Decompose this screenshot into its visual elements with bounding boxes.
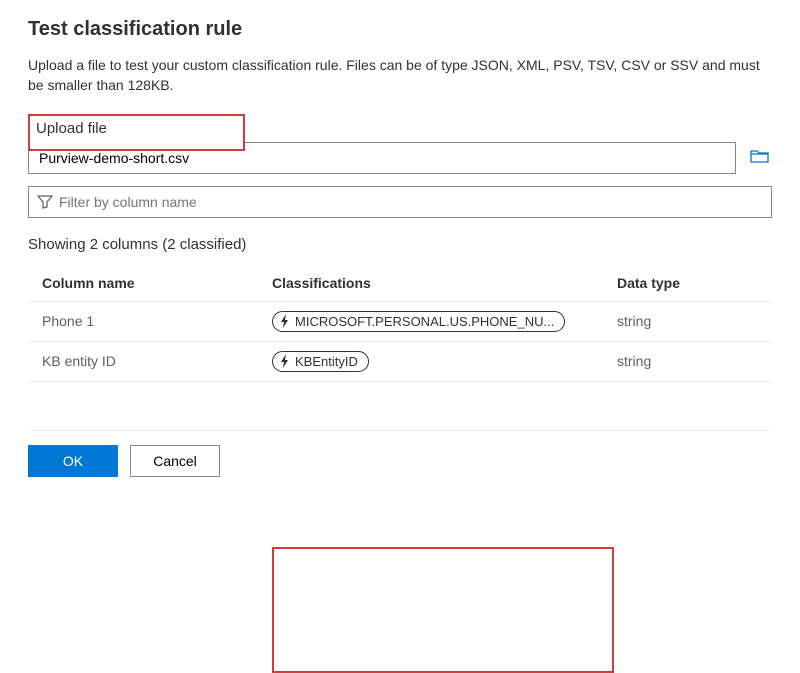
col-header-datatype: Data type bbox=[603, 265, 772, 302]
cell-column-name: KB entity ID bbox=[28, 341, 258, 381]
columns-table: Column name Classifications Data type Ph… bbox=[28, 265, 772, 382]
lightning-icon bbox=[279, 354, 291, 368]
cell-classification: MICROSOFT.PERSONAL.US.PHONE_NU... bbox=[258, 301, 603, 341]
cell-datatype: string bbox=[603, 341, 772, 381]
cell-column-name: Phone 1 bbox=[28, 301, 258, 341]
classification-pill[interactable]: MICROSOFT.PERSONAL.US.PHONE_NU... bbox=[272, 311, 565, 332]
upload-file-label: Upload file bbox=[36, 120, 237, 137]
filter-input-wrap[interactable] bbox=[28, 186, 772, 218]
ok-button[interactable]: OK bbox=[28, 445, 118, 477]
col-header-name: Column name bbox=[28, 265, 258, 302]
table-row: KB entity ID KBEntityID string bbox=[28, 341, 772, 381]
filter-column-input[interactable] bbox=[53, 194, 763, 210]
classification-text: KBEntityID bbox=[295, 354, 358, 369]
highlight-annotation bbox=[272, 547, 614, 673]
cell-datatype: string bbox=[603, 301, 772, 341]
page-description: Upload a file to test your custom classi… bbox=[28, 55, 772, 96]
browse-file-button[interactable] bbox=[748, 146, 772, 169]
table-row: Phone 1 MICROSOFT.PERSONAL.US.PHONE_NU..… bbox=[28, 301, 772, 341]
folder-open-icon bbox=[750, 148, 770, 164]
cancel-button[interactable]: Cancel bbox=[130, 445, 220, 477]
dialog-footer: OK Cancel bbox=[28, 430, 772, 477]
results-summary: Showing 2 columns (2 classified) bbox=[28, 236, 772, 253]
upload-label-box: Upload file bbox=[28, 114, 245, 151]
classification-text: MICROSOFT.PERSONAL.US.PHONE_NU... bbox=[295, 314, 554, 329]
upload-row bbox=[28, 150, 772, 174]
lightning-icon bbox=[279, 314, 291, 328]
cell-classification: KBEntityID bbox=[258, 341, 603, 381]
page-title: Test classification rule bbox=[28, 18, 772, 41]
col-header-classifications: Classifications bbox=[258, 265, 603, 302]
classification-pill[interactable]: KBEntityID bbox=[272, 351, 369, 372]
filter-icon bbox=[37, 195, 53, 209]
